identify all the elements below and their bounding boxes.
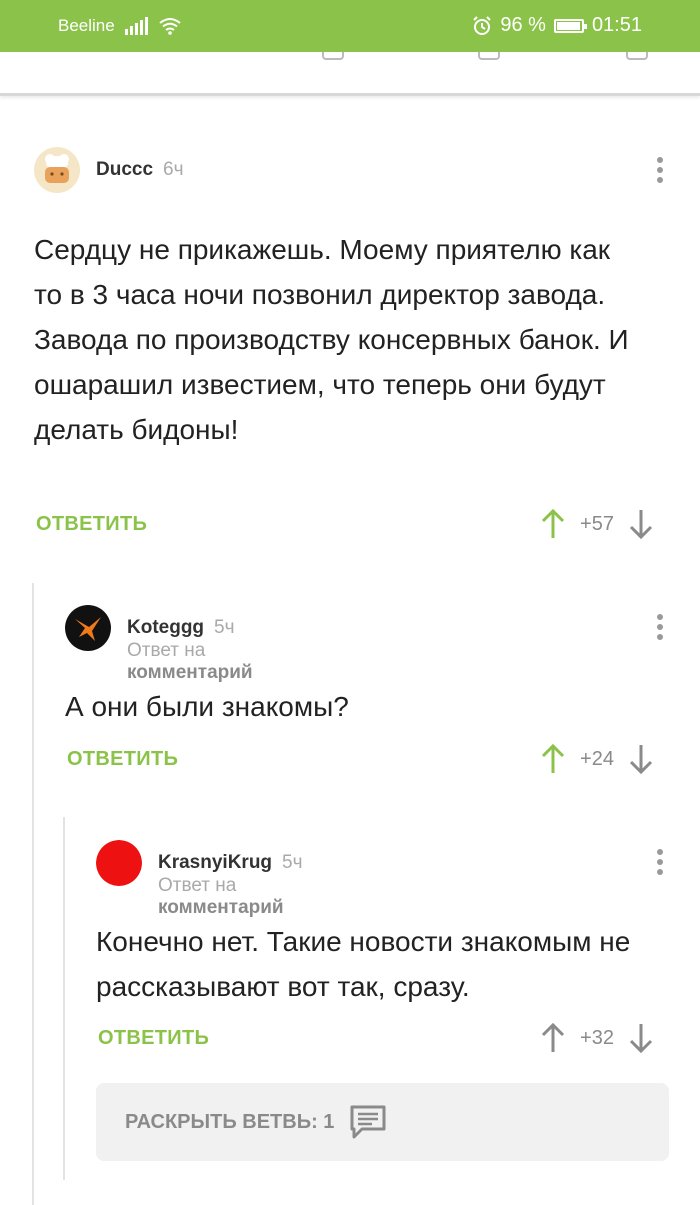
battery-icon [553,18,587,33]
reply-button[interactable]: ОТВЕТИТЬ [36,513,147,536]
comment-time: 6ч [163,159,184,180]
save-icon[interactable] [478,52,500,60]
vote-count: +32 [580,1026,614,1049]
comment-time: 5ч [282,852,303,873]
expand-branch-label: РАСКРЫТЬ ВЕТВЬ: 1 [125,1110,335,1133]
expand-branch-button[interactable]: РАСКРЫТЬ ВЕТВЬ: 1 [96,1083,669,1161]
more-options-icon[interactable] [650,610,670,644]
vote-count: +24 [580,747,614,770]
reply-button[interactable]: ОТВЕТИТЬ [98,1027,209,1050]
upvote-icon[interactable] [540,1022,566,1054]
more-options-icon[interactable] [650,845,670,879]
comment-icon [350,1105,386,1139]
share-icon[interactable] [322,52,344,60]
comment-text: А они были знакомы? [65,691,349,722]
post-toolbar [0,52,700,96]
battery-percent: 96 % [500,14,546,36]
status-bar: Beeline 96 % 01:51 [0,0,700,52]
username[interactable]: Duccc [96,159,153,181]
carrier-name: Beeline [58,16,115,35]
vote-count: +57 [580,512,614,535]
avatar[interactable] [34,147,80,193]
alarm-icon [473,15,492,35]
menu-icon[interactable] [626,52,648,60]
upvote-icon[interactable] [540,743,566,775]
username[interactable]: KrasnyiKrug [158,852,272,874]
reply-to-line: Ответ на комментарий [127,640,253,683]
comment-text: Сердцу не прикажешь. Моему приятелю как … [34,234,629,445]
thread-line [63,817,65,1180]
wifi-icon [159,18,181,35]
username[interactable]: Koteggg [127,617,204,639]
thread-line [32,583,34,1205]
avatar[interactable] [96,840,142,886]
signal-icon [124,17,148,35]
downvote-icon[interactable] [628,743,654,775]
avatar[interactable] [65,605,111,651]
downvote-icon[interactable] [628,1022,654,1054]
downvote-icon[interactable] [628,508,654,540]
parent-comment-link[interactable]: комментарий [158,897,284,918]
comment-time: 5ч [214,617,235,638]
upvote-icon[interactable] [540,508,566,540]
parent-comment-link[interactable]: комментарий [127,662,253,683]
more-options-icon[interactable] [650,153,670,187]
clock: 01:51 [591,14,642,36]
reply-button[interactable]: ОТВЕТИТЬ [67,748,178,771]
reply-to-line: Ответ на комментарий [158,875,284,918]
comment-text: Конечно нет. Такие новости знакомым не р… [96,926,631,1002]
